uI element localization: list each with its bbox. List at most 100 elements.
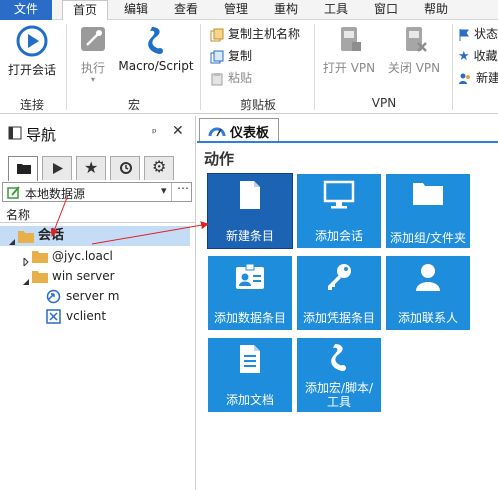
add-group-tile[interactable]: 添加组/文件夹 <box>386 174 470 248</box>
add-contact-tile[interactable]: 添加联系人 <box>386 256 470 330</box>
new-people-icon <box>459 73 470 84</box>
nav-header: 导航 ᵖ ✕ <box>0 116 196 152</box>
star-icon: ★ <box>84 158 99 177</box>
new-entry-label: 新建条目 <box>225 229 274 243</box>
favorites-button[interactable]: ★ 收藏 <box>458 46 498 66</box>
new-button[interactable]: 新建 <box>458 68 498 88</box>
new-entry-tile[interactable]: 新建条目 <box>207 173 293 249</box>
add-data-entry-tile[interactable]: 添加数据条目 <box>208 256 292 330</box>
open-vpn-label: 打开 VPN <box>322 61 376 75</box>
pin-icon[interactable]: ᵖ <box>152 126 157 139</box>
collapse-icon[interactable] <box>22 272 30 285</box>
tree-label-folder1: @jyc.loacl <box>52 249 113 263</box>
execute-button[interactable]: 执行 ▾ <box>72 24 114 84</box>
favorites-label: 收藏 <box>473 49 498 63</box>
header-divider <box>0 222 196 223</box>
tree-label-folder2: win server <box>52 269 115 283</box>
tab-tree[interactable] <box>8 156 38 181</box>
history-icon <box>120 162 132 174</box>
menu-view[interactable]: 查看 <box>164 0 208 20</box>
add-macro-tile[interactable]: 添加宏/脚本/工具 <box>297 338 381 412</box>
menu-edit[interactable]: 编辑 <box>114 0 158 20</box>
copy-label: 复制 <box>228 49 253 63</box>
paste-button[interactable]: 粘贴 <box>210 68 252 88</box>
datasource-selector[interactable]: 本地数据源 ▾ ⋯ <box>2 181 192 202</box>
copy-button[interactable]: 复制 <box>210 46 252 66</box>
star-icon: ★ <box>458 48 470 64</box>
navigation-pane: 导航 ᵖ ✕ ★ ⚙ 本地数据源 ▾ ⋯ 名称 会话 @jyc.loacl wi… <box>0 116 196 490</box>
execute-label: 执行 <box>80 61 105 75</box>
tab-history[interactable] <box>110 156 140 180</box>
status-button[interactable]: 状态 <box>458 24 498 44</box>
menu-help[interactable]: 帮助 <box>414 0 458 20</box>
macro-icon <box>331 344 346 371</box>
tree-item-sessions[interactable]: 会话 <box>0 226 190 246</box>
tab-settings[interactable]: ⚙ <box>144 156 174 180</box>
close-vpn-icon <box>406 27 427 52</box>
folder-icon <box>413 183 443 205</box>
tab-dashboard[interactable]: 仪表板 <box>199 118 279 142</box>
tree-item-folder[interactable]: win server <box>0 266 190 286</box>
add-group-label: 添加组/文件夹 <box>389 231 467 245</box>
add-session-label: 添加会话 <box>314 229 363 243</box>
folder-icon <box>17 164 31 174</box>
group-label-clipboard: 剪贴板 <box>239 98 276 112</box>
close-vpn-button[interactable]: 关闭 VPN <box>384 24 444 76</box>
ribbon-separator <box>66 24 67 110</box>
folder-icon <box>18 231 34 243</box>
datasource-icon <box>7 186 20 199</box>
add-document-tile[interactable]: 添加文档 <box>208 338 292 412</box>
tree-item-session[interactable]: vclient <box>0 306 190 326</box>
group-label-vpn: VPN <box>371 96 397 110</box>
collapse-icon[interactable] <box>8 232 16 245</box>
copy-hostname-button[interactable]: 复制主机名称 <box>210 24 300 44</box>
macro-script-label: Macro/Script <box>118 59 194 73</box>
tree-item-folder[interactable]: @jyc.loacl <box>0 246 190 268</box>
gear-icon: ⚙ <box>152 157 167 176</box>
document-icon <box>240 181 260 209</box>
play-circle-icon <box>16 25 48 57</box>
menu-tools[interactable]: 工具 <box>314 0 358 20</box>
ribbon-separator <box>314 24 315 110</box>
tree-item-session[interactable]: server m <box>0 286 190 306</box>
open-session-button[interactable]: 打开会话 <box>4 24 60 78</box>
execute-dropdown-icon: ▾ <box>90 75 95 84</box>
menu-file[interactable]: 文件 <box>0 0 52 20</box>
monitor-icon <box>323 180 355 209</box>
macro-script-button[interactable]: Macro/Script <box>118 24 194 73</box>
add-macro-label: 添加宏/脚本/工具 <box>304 381 374 409</box>
folder-icon <box>32 271 48 283</box>
section-title-actions: 动作 <box>204 150 235 168</box>
menu-manage[interactable]: 管理 <box>214 0 258 20</box>
menu-window[interactable]: 窗口 <box>364 0 408 20</box>
paste-label: 粘贴 <box>228 71 253 85</box>
tree-label-item1: server m <box>66 289 120 303</box>
add-credential-tile[interactable]: 添加凭据条目 <box>297 256 381 330</box>
contact-icon <box>416 264 440 291</box>
add-session-tile[interactable]: 添加会话 <box>297 174 381 248</box>
menu-refactor[interactable]: 重构 <box>264 0 308 20</box>
new-label: 新建 <box>476 71 498 85</box>
ribbon-separator <box>452 24 453 110</box>
copy-hostname-icon <box>210 28 224 41</box>
tab-favorites[interactable]: ★ <box>76 156 106 180</box>
copy-icon <box>210 50 224 63</box>
play-icon <box>53 163 63 174</box>
datasource-divider <box>171 183 172 201</box>
folder-icon <box>32 251 48 263</box>
close-vpn-label: 关闭 VPN <box>387 61 441 75</box>
nav-title: 导航 <box>26 126 57 144</box>
key-icon <box>328 264 351 290</box>
menu-home[interactable]: 首页 <box>62 0 108 21</box>
paste-icon <box>211 72 223 85</box>
group-label-macro: 宏 <box>127 98 140 112</box>
open-vpn-icon <box>341 27 361 51</box>
text-document-icon <box>240 345 260 373</box>
add-data-entry-label: 添加数据条目 <box>213 311 286 325</box>
close-icon[interactable]: ✕ <box>172 123 184 139</box>
dropdown-icon[interactable]: ▾ <box>161 184 167 197</box>
open-vpn-button[interactable]: 打开 VPN <box>320 24 378 76</box>
more-icon[interactable]: ⋯ <box>177 181 189 195</box>
expand-icon[interactable] <box>22 252 30 268</box>
tab-play[interactable] <box>42 156 72 180</box>
